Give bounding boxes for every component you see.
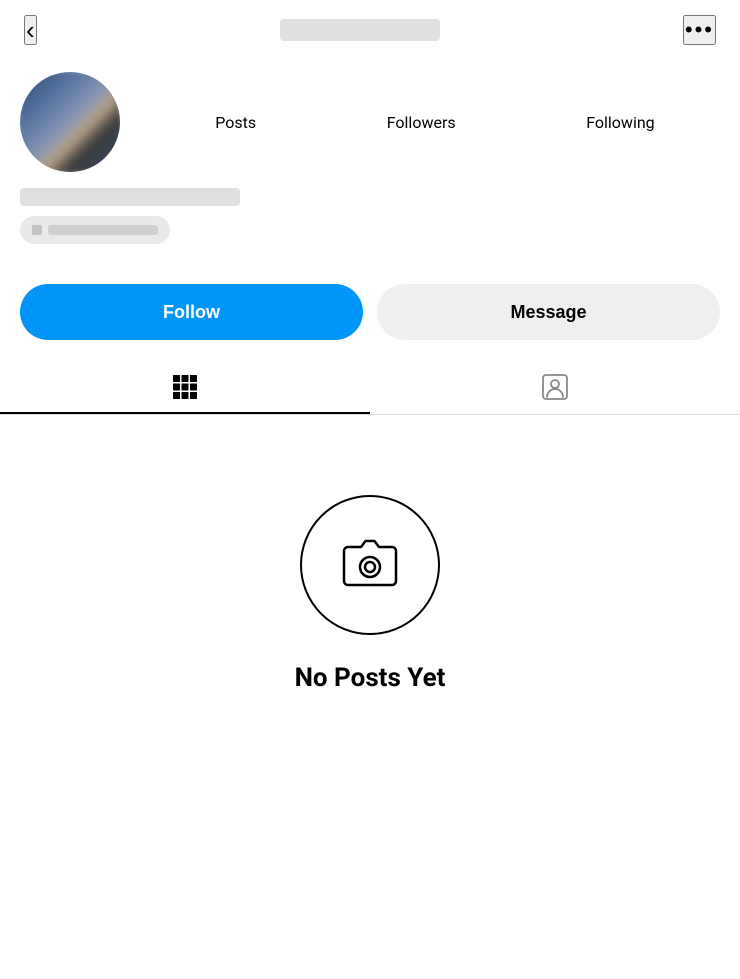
tab-bar (0, 360, 740, 415)
tab-tagged[interactable] (370, 360, 740, 414)
empty-state: No Posts Yet (0, 415, 740, 733)
top-nav: ‹ ••• (0, 0, 740, 60)
profile-section: Posts Followers Following (0, 60, 740, 264)
profile-name (20, 188, 240, 206)
tab-grid[interactable] (0, 360, 370, 414)
follow-button[interactable]: Follow (20, 284, 363, 340)
followers-label: Followers (387, 113, 456, 132)
posts-stat[interactable]: Posts (215, 113, 256, 132)
username-display (280, 19, 440, 41)
bio-text (48, 225, 158, 235)
no-posts-title: No Posts Yet (295, 663, 446, 693)
back-button[interactable]: ‹ (24, 15, 37, 45)
posts-label: Posts (215, 113, 256, 132)
stats-row: Posts Followers Following (150, 113, 720, 132)
avatar-image (20, 72, 120, 172)
profile-bio (20, 216, 170, 244)
following-label: Following (586, 113, 654, 132)
followers-stat[interactable]: Followers (387, 113, 456, 132)
avatar (20, 72, 120, 172)
following-stat[interactable]: Following (586, 113, 654, 132)
camera-circle (300, 495, 440, 635)
profile-top-row: Posts Followers Following (20, 72, 720, 172)
tagged-person-icon (541, 373, 569, 401)
bio-dot-icon (32, 225, 42, 235)
more-options-button[interactable]: ••• (683, 15, 716, 45)
grid-icon (171, 373, 199, 401)
message-button[interactable]: Message (377, 284, 720, 340)
camera-icon (334, 529, 406, 601)
action-buttons: Follow Message (0, 264, 740, 350)
